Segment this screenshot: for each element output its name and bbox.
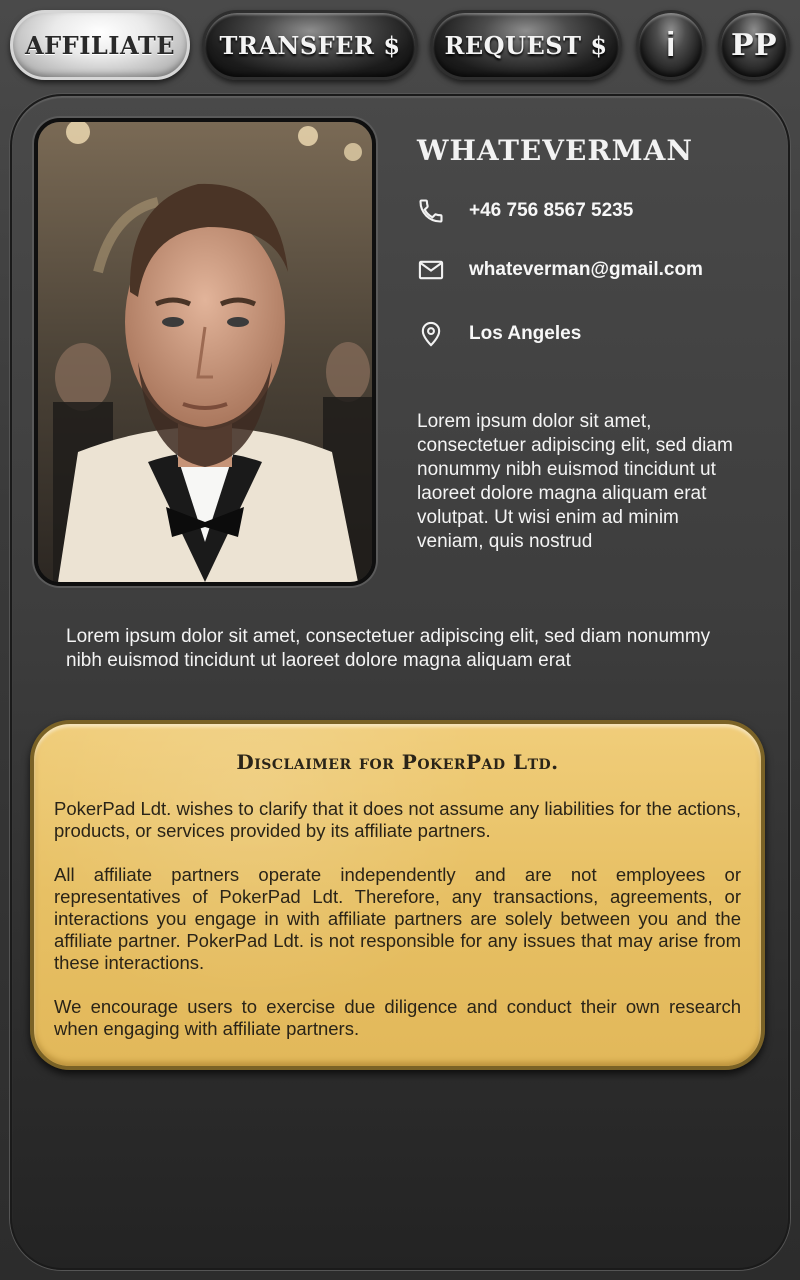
phone-number: +46 756 8567 5235 — [469, 200, 634, 221]
profile-photo-image — [38, 122, 372, 582]
disclaimer-paragraph: We encourage users to exercise due dilig… — [54, 996, 741, 1039]
location-row: Los Angeles — [417, 320, 581, 348]
profile-bio: Lorem ipsum dolor sit amet, consectetuer… — [417, 411, 733, 552]
request-button[interactable]: REQUEST $ — [430, 10, 622, 80]
email-address: whateverman@gmail.com — [469, 259, 703, 280]
profile-photo — [34, 118, 376, 586]
disclaimer-title: Disclaimer for PokerPad Ltd. — [236, 750, 559, 774]
location-pin-icon — [417, 320, 445, 348]
mail-icon — [417, 256, 445, 284]
profile-tagline: Lorem ipsum dolor sit amet, consectetuer… — [66, 626, 711, 671]
disclaimer-panel: Disclaimer for PokerPad Ltd. PokerPad Ld… — [30, 720, 765, 1070]
pokerpad-logo-button[interactable]: PP — [718, 10, 790, 80]
profile-name: WHATEVERMAN — [417, 134, 693, 167]
transfer-button[interactable]: TRANSFER $ — [202, 10, 418, 80]
disclaimer-paragraph: All affiliate partners operate independe… — [54, 864, 741, 973]
phone-row[interactable]: +46 756 8567 5235 — [417, 197, 633, 225]
affiliate-button[interactable]: AFFILIATE — [10, 10, 190, 80]
email-row[interactable]: whateverman@gmail.com — [417, 256, 703, 284]
disclaimer-paragraph: PokerPad Ldt. wishes to clarify that it … — [54, 798, 741, 841]
info-button[interactable]: i — [636, 10, 706, 80]
location-text: Los Angeles — [469, 323, 582, 344]
phone-icon — [417, 197, 445, 225]
